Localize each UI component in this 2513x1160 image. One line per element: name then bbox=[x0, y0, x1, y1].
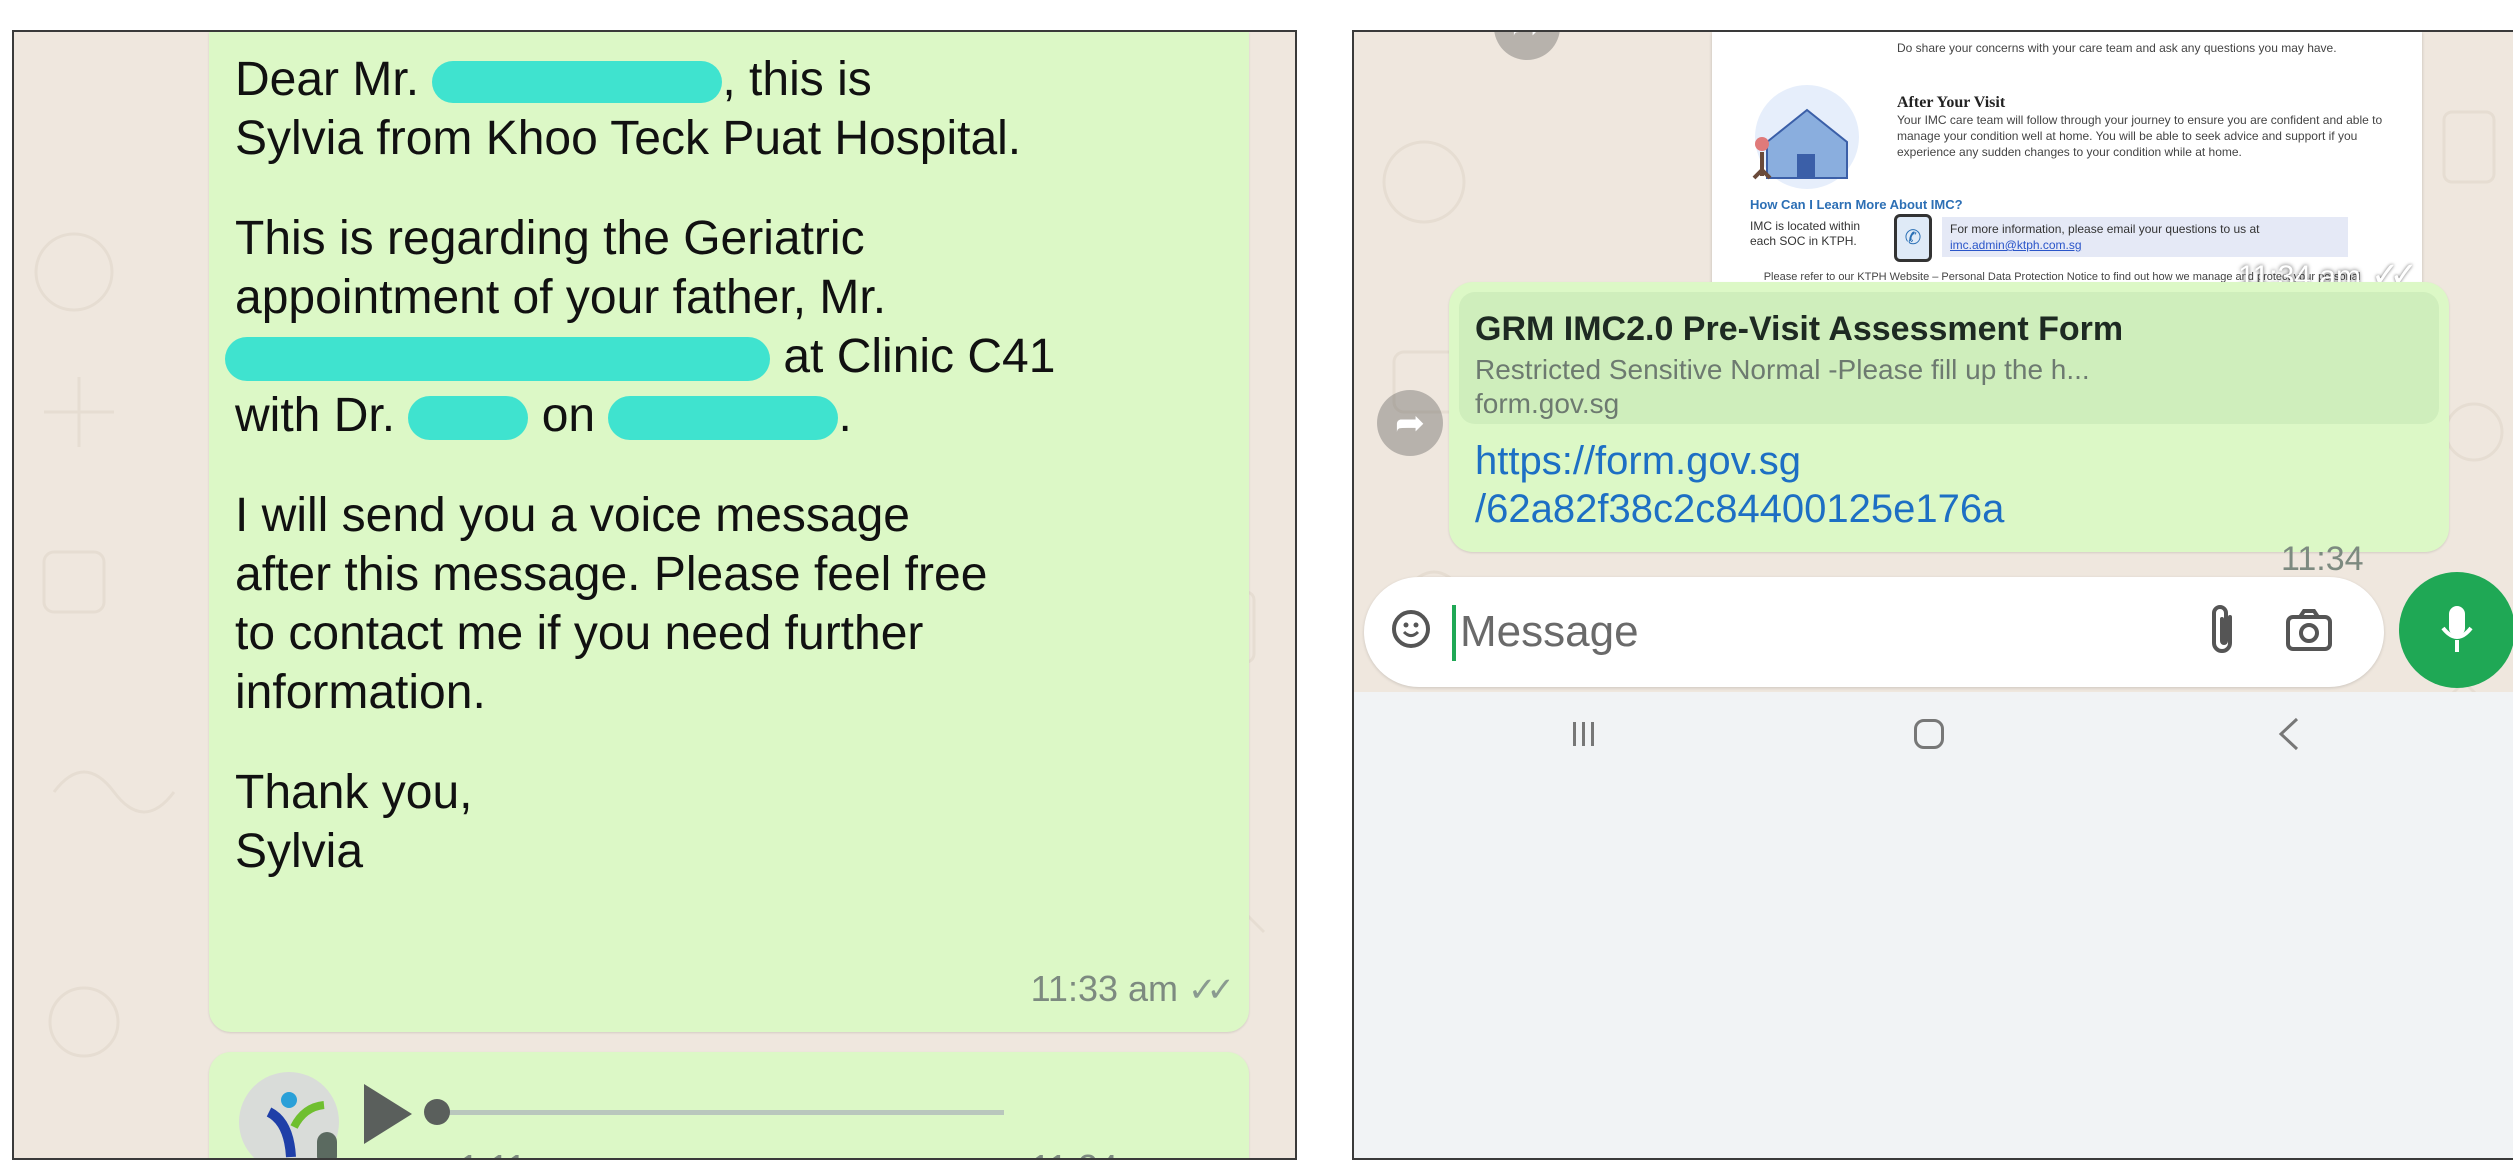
message-time: 11:33 am bbox=[1030, 968, 1179, 1009]
chat-panel-right: ➦ Do share your concerns with your care … bbox=[1352, 30, 2513, 1160]
message-meta: 11:34 am ✓✓ bbox=[1031, 1147, 1235, 1158]
link-preview-title: GRM IMC2.0 Pre-Visit Assessment Form bbox=[1475, 310, 2124, 348]
url-text-line2: /62a82f38c2c84400125e176a bbox=[1475, 487, 2005, 531]
home-care-illustration bbox=[1752, 85, 1859, 189]
double-check-icon: ✓✓ bbox=[1188, 971, 1235, 1009]
redacted-doctor bbox=[408, 396, 529, 441]
chat-panel-left: Dear Mr. , this is Sylvia from Khoo Teck… bbox=[12, 30, 1297, 1160]
system-navigation-bar bbox=[1354, 692, 2513, 1158]
message-text: Sylvia bbox=[235, 825, 364, 878]
flyer-location-text: IMC is located within each SOC in KTPH. bbox=[1750, 219, 1861, 248]
flyer-top-text: Do share your concerns with your care te… bbox=[1897, 41, 2337, 55]
flyer-contact-label: For more information, please email your … bbox=[1950, 222, 2260, 236]
flyer-email-link[interactable]: imc.admin@ktph.com.sg bbox=[1950, 238, 2082, 252]
redacted-name bbox=[432, 61, 723, 104]
flyer-contact-text: For more information, please email your … bbox=[1942, 217, 2348, 257]
redacted-date bbox=[608, 396, 839, 441]
emoji-icon[interactable] bbox=[1392, 610, 1430, 648]
message-text: on bbox=[528, 389, 609, 442]
message-text: Sylvia from Khoo Teck Puat Hospital. bbox=[235, 112, 1022, 165]
voice-duration: 1:11 bbox=[459, 1147, 526, 1158]
microphone-badge-icon bbox=[317, 1132, 337, 1158]
flyer-heading: How Can I Learn More About IMC? bbox=[1750, 197, 1963, 212]
link-message-bubble[interactable]: GRM IMC2.0 Pre-Visit Assessment Form Res… bbox=[1449, 282, 2449, 552]
url-text-line1: https://form.gov.sg bbox=[1475, 439, 1802, 483]
recent-apps-icon[interactable] bbox=[1564, 714, 1604, 754]
message-meta: 11:33 am ✓✓ bbox=[1030, 968, 1235, 1010]
forward-icon[interactable]: ➦ bbox=[1377, 390, 1443, 456]
audio-progress-track[interactable] bbox=[434, 1110, 1004, 1115]
url-link[interactable]: https://form.gov.sg /62a82f38c2c84400125… bbox=[1475, 437, 2004, 533]
audio-seek-handle[interactable] bbox=[424, 1099, 450, 1125]
message-composer[interactable]: Message bbox=[1364, 577, 2384, 687]
back-icon[interactable] bbox=[2269, 714, 2309, 754]
image-message[interactable]: Do share your concerns with your care te… bbox=[1712, 32, 2422, 305]
message-text: Thank you, bbox=[235, 766, 473, 819]
double-check-icon: ✓✓ bbox=[1188, 1150, 1235, 1158]
message-time: 11:34 am bbox=[1031, 1147, 1178, 1158]
message-text: This is regarding the Geriatric bbox=[235, 212, 865, 265]
link-preview-card[interactable]: GRM IMC2.0 Pre-Visit Assessment Form Res… bbox=[1459, 292, 2439, 424]
voice-message-bubble[interactable]: 1:11 11:34 am ✓✓ bbox=[209, 1052, 1249, 1158]
camera-icon[interactable] bbox=[2284, 607, 2334, 653]
home-icon[interactable] bbox=[1909, 714, 1949, 754]
message-text: , this is bbox=[722, 53, 872, 106]
message-text: Dear Mr. bbox=[235, 53, 433, 106]
message-text: at Clinic C41 bbox=[770, 330, 1056, 383]
message-text: information. bbox=[235, 666, 486, 719]
message-text: after this message. Please feel free bbox=[235, 548, 988, 601]
flyer-section-title: After Your Visit bbox=[1897, 94, 2006, 111]
flyer-body-text: Your IMC care team will follow through y… bbox=[1897, 113, 2383, 159]
play-button[interactable] bbox=[364, 1084, 412, 1144]
link-preview-domain: form.gov.sg bbox=[1475, 388, 1620, 419]
message-text: with Dr. bbox=[235, 389, 409, 442]
redacted-name bbox=[225, 337, 770, 382]
link-preview-description: Restricted Sensitive Normal -Please fill… bbox=[1475, 354, 2090, 385]
microphone-icon bbox=[2441, 606, 2473, 652]
message-text: appointment of your father, Mr. bbox=[235, 271, 887, 324]
message-text: . bbox=[838, 389, 852, 442]
message-input[interactable]: Message bbox=[1460, 607, 1639, 657]
message-text: I will send you a voice message bbox=[235, 489, 910, 542]
voice-record-button[interactable] bbox=[2399, 572, 2513, 688]
phone-email-icon: ✆ bbox=[1894, 214, 1932, 262]
text-cursor bbox=[1452, 605, 1456, 661]
attach-icon[interactable] bbox=[2204, 603, 2244, 659]
message-text: to contact me if you need further bbox=[235, 607, 924, 660]
text-message-bubble[interactable]: Dear Mr. , this is Sylvia from Khoo Teck… bbox=[209, 32, 1249, 1032]
